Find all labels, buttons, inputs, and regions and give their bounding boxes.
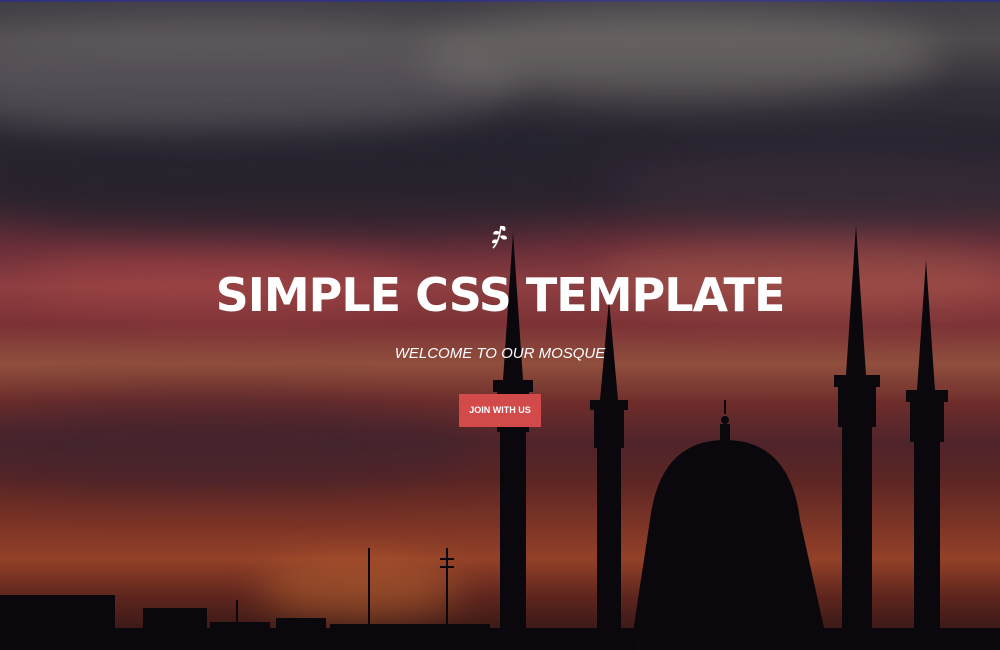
page-subtitle: WELCOME TO OUR MOSQUE: [394, 345, 606, 362]
leaf-icon: [489, 222, 511, 250]
hero-content: SIMPLE CSS TEMPLATE WELCOME TO OUR MOSQU…: [0, 222, 1000, 427]
hero-section: SIMPLE CSS TEMPLATE WELCOME TO OUR MOSQU…: [0, 0, 1000, 650]
page-title: SIMPLE CSS TEMPLATE: [215, 268, 786, 322]
join-button[interactable]: JOIN WITH US: [459, 394, 541, 427]
